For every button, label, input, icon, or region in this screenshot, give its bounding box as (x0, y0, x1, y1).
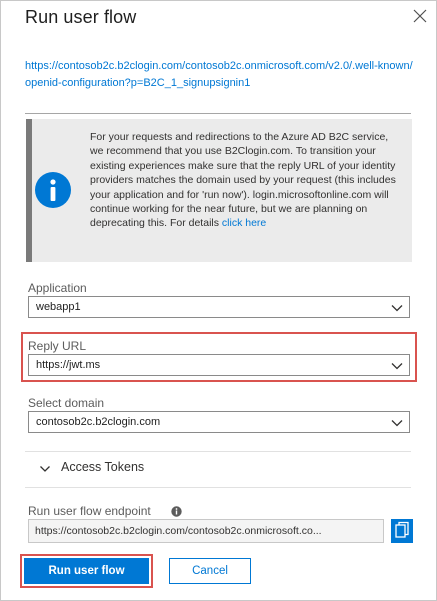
divider (25, 113, 411, 114)
divider (25, 487, 411, 488)
info-icon[interactable] (171, 506, 182, 517)
notice-box: For your requests and redirections to th… (26, 119, 412, 262)
run-user-flow-button[interactable]: Run user flow (24, 558, 149, 584)
endpoint-field[interactable]: https://contosob2c.b2clogin.com/contosob… (28, 519, 384, 543)
copy-icon[interactable] (391, 519, 413, 543)
reply-url-value: https://jwt.ms (36, 359, 101, 371)
metadata-url-link[interactable]: https://contosob2c.b2clogin.com/contosob… (25, 58, 417, 92)
access-tokens-toggle[interactable]: Access Tokens (61, 460, 144, 474)
reply-url-select[interactable]: https://jwt.ms (28, 354, 410, 376)
cancel-button[interactable]: Cancel (169, 558, 251, 584)
application-label: Application (28, 281, 87, 295)
application-select[interactable]: webapp1 (28, 296, 410, 318)
panel-title: Run user flow (25, 7, 137, 27)
run-user-flow-panel: Run user flow https://contosob2c.b2clogi… (0, 0, 437, 601)
close-icon[interactable] (411, 7, 429, 25)
endpoint-value: https://contosob2c.b2clogin.com/contosob… (35, 525, 322, 537)
reply-url-label: Reply URL (28, 339, 87, 353)
notice-stripe (26, 119, 32, 262)
chevron-down-icon (391, 305, 403, 312)
application-value: webapp1 (36, 301, 81, 313)
select-domain-value: contosob2c.b2clogin.com (36, 416, 161, 428)
divider (25, 451, 411, 452)
chevron-down-icon (391, 420, 403, 427)
select-domain-select[interactable]: contosob2c.b2clogin.com (28, 411, 410, 433)
details-link[interactable]: click here (222, 217, 266, 229)
notice-body: For your requests and redirections to th… (90, 131, 396, 230)
chevron-down-icon (391, 363, 403, 370)
select-domain-label: Select domain (28, 396, 105, 410)
notice-text: For your requests and redirections to th… (90, 130, 402, 231)
endpoint-label: Run user flow endpoint (28, 504, 151, 518)
info-icon (35, 172, 71, 208)
chevron-down-icon[interactable] (39, 463, 51, 475)
